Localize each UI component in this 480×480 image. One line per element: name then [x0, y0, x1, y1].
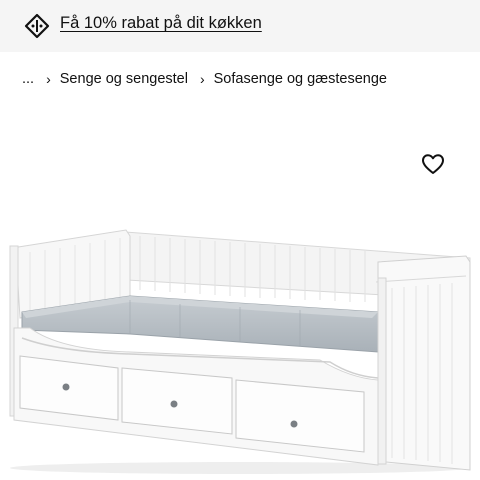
- promo-bar: Få 10% rabat på dit køkken: [0, 0, 480, 52]
- promo-link[interactable]: Få 10% rabat på dit køkken: [60, 14, 262, 33]
- breadcrumb-item-beds[interactable]: Senge og sengestel: [60, 71, 188, 87]
- product-image: [9, 229, 471, 474]
- heart-icon[interactable]: [420, 151, 446, 177]
- chevron-right-icon: ›: [46, 71, 51, 87]
- discount-tag-icon: [24, 13, 50, 39]
- breadcrumb-ellipsis[interactable]: ...: [22, 71, 34, 87]
- breadcrumb: ... › Senge og sengestel › Sofasenge og …: [22, 69, 387, 89]
- breadcrumb-item-sofa-beds[interactable]: Sofasenge og gæstesenge: [214, 71, 387, 87]
- chevron-right-icon: ›: [199, 71, 205, 87]
